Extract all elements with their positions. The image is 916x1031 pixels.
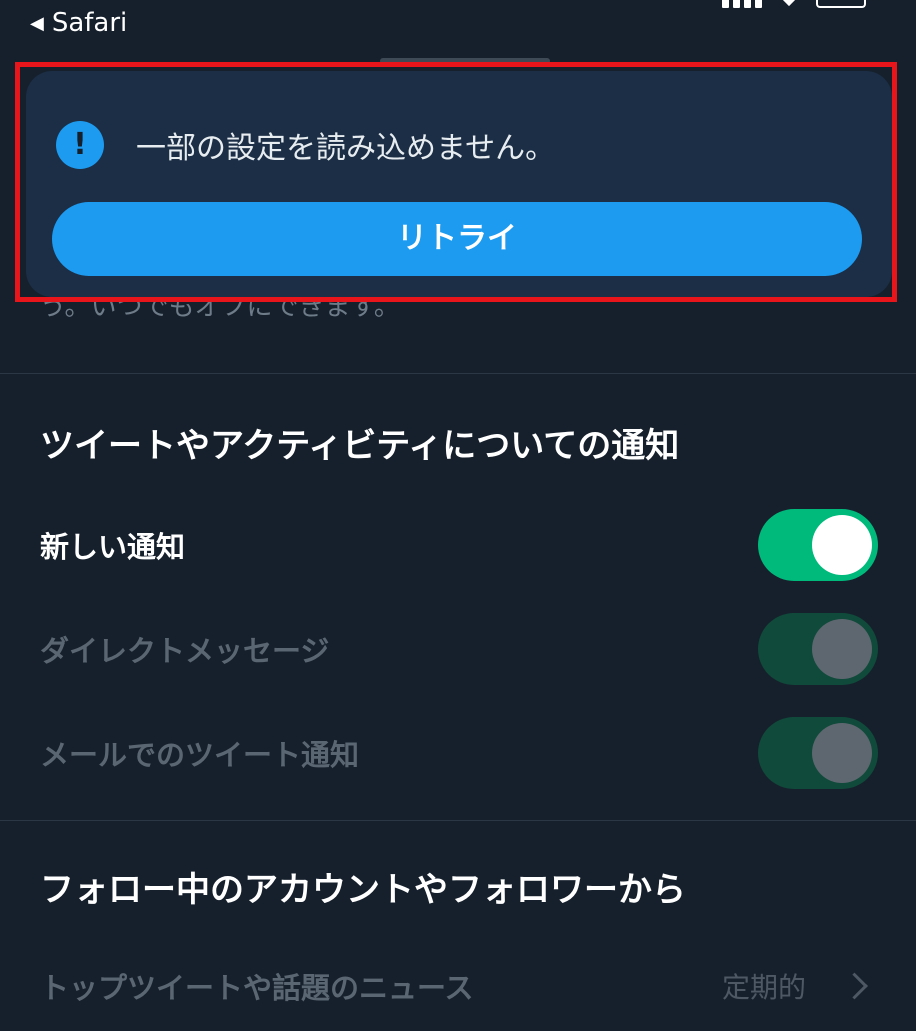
toggle-knob [812,723,872,783]
highlight-frame [15,62,897,302]
toggle-knob [812,515,872,575]
setting-label: ダイレクトメッセージ [40,634,330,668]
direct-messages-toggle[interactable] [758,613,878,685]
back-to-safari-link[interactable]: ◀ Safari [30,8,127,38]
status-bar: ◀ Safari [0,0,916,50]
setting-value: 定期的 [721,971,806,1004]
setting-row-new-notifications[interactable]: 新しい通知 [0,500,916,590]
setting-label: メールでのツイート通知 [40,738,360,772]
wifi-icon [781,0,797,7]
new-notifications-toggle[interactable] [758,509,878,581]
section-title-following-followers: フォロー中のアカウントやフォロワーから [40,870,686,910]
section-divider [0,820,916,821]
setting-label: 新しい通知 [40,530,186,564]
setting-label: トップツイートや話題のニュース [40,971,474,1005]
back-arrow-icon: ◀ [30,12,44,34]
setting-row-email-tweet-notifications[interactable]: メールでのツイート通知 [0,708,916,798]
email-tweet-notifications-toggle[interactable] [758,717,878,789]
battery-icon [816,0,866,8]
setting-row-direct-messages[interactable]: ダイレクトメッセージ [0,604,916,694]
back-label: Safari [51,8,128,38]
status-icons [722,0,866,8]
section-divider [0,373,916,374]
toggle-knob [812,619,872,679]
signal-icon [722,0,762,8]
setting-row-top-tweets-news[interactable]: トップツイートや話題のニュース 定期的 [0,941,916,1031]
chevron-right-icon [841,972,868,1000]
section-title-tweet-activity: ツイートやアクティビティについての通知 [40,426,680,466]
